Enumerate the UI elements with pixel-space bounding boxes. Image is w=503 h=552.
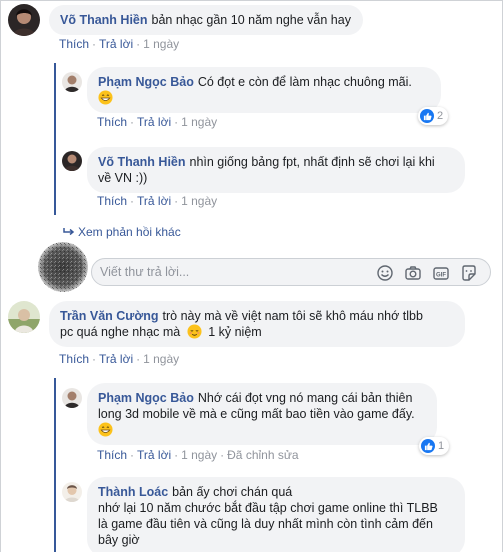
edited-label[interactable]: Đã chỉnh sửa	[227, 448, 298, 462]
comment-text: 1 kỷ niệm	[208, 325, 262, 339]
camera-icon[interactable]	[404, 264, 422, 282]
comment-author[interactable]: Phạm Ngọc Bảo	[98, 391, 194, 405]
reply-button[interactable]: Trả lời	[137, 448, 171, 462]
like-button[interactable]: Thích	[97, 448, 127, 462]
avatar[interactable]	[62, 151, 82, 171]
reply-input-box[interactable]: GIF	[91, 258, 491, 286]
sticker-icon[interactable]	[460, 264, 478, 282]
comment-text: nhìn giống bảng fpt, nhất định sẽ chơi l…	[189, 155, 435, 169]
reply-input[interactable]	[100, 263, 370, 281]
grinning-face-icon	[98, 90, 113, 105]
like-button[interactable]: Thích	[59, 37, 89, 51]
relieved-face-icon	[187, 324, 202, 339]
comment-text: về VN :))	[98, 171, 148, 185]
reply-thread-line	[54, 378, 56, 552]
comment-actions: Thích · Trả lời · 1 ngày · Đã chỉnh sửa	[97, 448, 299, 462]
comment-text: Có đọt e còn để làm nhạc chuông mãi.	[197, 75, 412, 89]
comment-bubble: Võ Thanh Hiền bản nhạc gần 10 năm nghe vẫ…	[49, 5, 363, 35]
like-button[interactable]: Thích	[97, 194, 127, 208]
comment-text: nhớ lại 10 năm chước bắt đầu tập chơi ga…	[98, 501, 438, 515]
avatar[interactable]	[62, 388, 82, 408]
reply-button[interactable]: Trả lời	[99, 37, 133, 51]
comment-section: Võ Thanh Hiền bản nhạc gần 10 năm nghe vẫ…	[0, 0, 503, 552]
comment-author[interactable]: Phạm Ngọc Bảo	[98, 75, 194, 89]
reply-button[interactable]: Trả lời	[137, 194, 171, 208]
avatar[interactable]	[8, 301, 40, 333]
like-reaction-icon	[420, 109, 434, 123]
more-replies-link[interactable]: Xem phản hồi khác	[63, 225, 181, 239]
reply-button[interactable]: Trả lời	[99, 352, 133, 366]
avatar[interactable]	[62, 482, 82, 502]
timestamp[interactable]: 1 ngày	[181, 194, 217, 208]
timestamp[interactable]: 1 ngày	[181, 448, 217, 462]
svg-text:GIF: GIF	[436, 273, 446, 279]
comment-actions: Thích · Trả lời · 1 ngày	[97, 115, 218, 129]
comment-author[interactable]: Thành Loác	[98, 485, 168, 499]
comment-bubble: Thành Loác bản ấy chơi chán quá nhớ lại 1…	[87, 477, 465, 552]
comment-text: là game đầu tiên và cũng là duy nhất mìn…	[98, 517, 433, 531]
comment-text: bây giờ	[98, 533, 140, 547]
gif-icon[interactable]: GIF	[432, 264, 450, 282]
comment-text: bản nhạc gần 10 năm nghe vẫn hay	[151, 13, 351, 27]
comment-text: bản ấy chơi chán quá	[172, 485, 293, 499]
like-reaction-icon	[421, 439, 435, 453]
reaction-count[interactable]: 2	[418, 107, 449, 125]
smiley-icon[interactable]	[376, 264, 394, 282]
reply-thread-line	[54, 63, 56, 215]
timestamp[interactable]: 1 ngày	[181, 115, 217, 129]
comment-actions: Thích · Trả lời · 1 ngày	[97, 194, 218, 208]
reaction-count[interactable]: 1	[419, 437, 450, 455]
comment-text: trò này mà về việt nam tôi sẽ khô máu nh…	[162, 309, 423, 323]
reply-arrow-icon	[63, 228, 75, 236]
avatar[interactable]	[8, 4, 40, 36]
comment-text: long 3d mobile về mà e cũng mất bao tiền…	[98, 407, 415, 421]
comment-author[interactable]: Võ Thanh Hiền	[98, 155, 186, 169]
comment-text: Nhớ cái đọt vng nó mang cái bản thiên	[197, 391, 413, 405]
timestamp[interactable]: 1 ngày	[143, 37, 179, 51]
grinning-face-icon	[98, 422, 113, 437]
like-button[interactable]: Thích	[59, 352, 89, 366]
comment-bubble: Võ Thanh Hiền nhìn giống bảng fpt, nhất đ…	[87, 147, 465, 193]
comment-author[interactable]: Trần Văn Cường	[60, 309, 159, 323]
comment-text: pc quá nghe nhạc mà	[60, 325, 181, 339]
comment-actions: Thích · Trả lời · 1 ngày	[59, 352, 180, 366]
comment-bubble: Phạm Ngọc Bảo Có đọt e còn để làm nhạc ch…	[87, 67, 441, 113]
avatar[interactable]	[62, 72, 82, 92]
avatar	[38, 242, 88, 292]
reply-button[interactable]: Trả lời	[137, 115, 171, 129]
comment-bubble: Trần Văn Cường trò này mà về việt nam tôi…	[49, 301, 465, 347]
comment-author[interactable]: Võ Thanh Hiền	[60, 13, 148, 27]
timestamp[interactable]: 1 ngày	[143, 352, 179, 366]
comment-actions: Thích · Trả lời · 1 ngày	[59, 37, 180, 51]
like-button[interactable]: Thích	[97, 115, 127, 129]
comment-bubble: Phạm Ngọc Bảo Nhớ cái đọt vng nó mang cái…	[87, 383, 437, 445]
